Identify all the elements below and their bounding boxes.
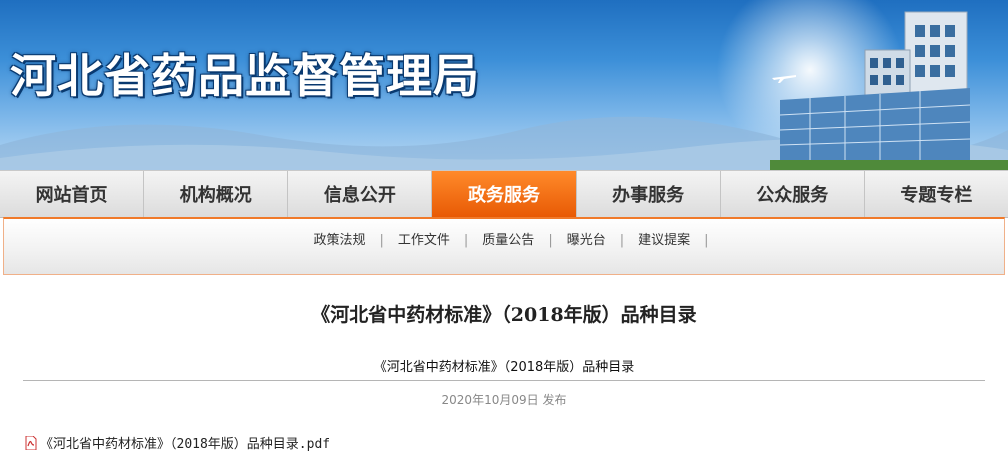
header-banner: 河北省药品监督管理局 [0, 0, 1008, 170]
attachment-link[interactable]: 《河北省中药材标准》（2018年版）品种目录.pdf [25, 433, 330, 452]
nav-item-about[interactable]: 机构概况 [144, 171, 289, 217]
subnav-item-proposals[interactable]: 建议提案 [624, 233, 704, 248]
nav-item-public-services[interactable]: 公众服务 [721, 171, 865, 217]
nav-item-government-services[interactable]: 政务服务 [432, 171, 577, 217]
subnav-item-exposure[interactable]: 曝光台 [553, 233, 620, 248]
subnav-item-policies[interactable]: 政策法规 [299, 233, 379, 248]
article-subtitle: 《河北省中药材标准》（2018年版）品种目录 [373, 360, 635, 375]
subnav-item-work-documents[interactable]: 工作文件 [384, 233, 464, 248]
divider [23, 380, 985, 381]
publish-meta: 2020年10月09日 发布 [0, 391, 1008, 408]
article-title: 《河北省中药材标准》（2018年版）品种目录 [311, 304, 697, 326]
building-illustration [770, 11, 1008, 170]
subnav-item-quality-bulletins[interactable]: 质量公告 [468, 233, 548, 248]
site-title: 河北省药品监督管理局 [10, 49, 480, 103]
attachment-filename[interactable]: 《河北省中药材标准》（2018年版）品种目录.pdf [40, 433, 330, 452]
main-nav: 网站首页 机构概况 信息公开 政务服务 办事服务 公众服务 专题专栏 [0, 170, 1008, 218]
nav-item-handling-services[interactable]: 办事服务 [577, 171, 721, 217]
sub-nav: 政策法规 | 工作文件 | 质量公告 | 曝光台 | 建议提案 | [3, 217, 1005, 275]
publish-date: 2020年10月09日 [441, 393, 539, 407]
publish-label: 发布 [542, 393, 567, 407]
nav-item-home[interactable]: 网站首页 [0, 171, 145, 217]
nav-item-special-topics[interactable]: 专题专栏 [865, 171, 1008, 217]
nav-item-info-disclosure[interactable]: 信息公开 [288, 171, 433, 217]
sub-nav-links: 政策法规 | 工作文件 | 质量公告 | 曝光台 | 建议提案 | [4, 229, 1004, 248]
subnav-separator: | [704, 233, 709, 248]
pdf-icon [25, 435, 37, 450]
